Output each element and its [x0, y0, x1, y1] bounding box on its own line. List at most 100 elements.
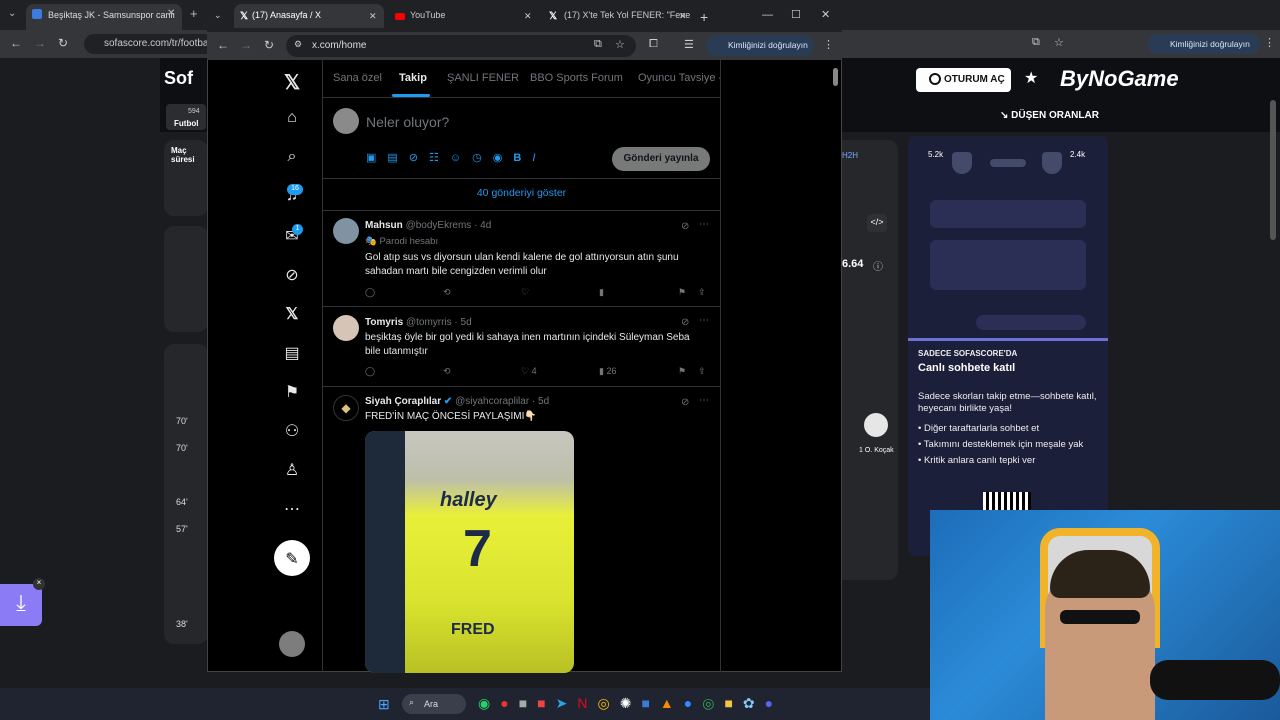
tab-bbo-sports[interactable]: BBO Sports Forum — [530, 72, 623, 84]
x-logo-icon[interactable]: 𝕏 — [281, 70, 303, 94]
windows-start-icon[interactable]: ⊞ — [378, 696, 390, 713]
like-icon[interactable]: ♡ 4 — [521, 366, 537, 377]
info-icon[interactable]: ⓘ — [873, 258, 883, 273]
tweet-author[interactable]: Tomyris — [365, 317, 403, 328]
chrome-icon[interactable]: ◎ — [597, 695, 619, 711]
grok-compose-icon[interactable]: ⊘ — [409, 152, 429, 164]
bookmark-tweet-icon[interactable]: ⚑ — [678, 366, 686, 377]
chrome-icon[interactable]: ◎ — [702, 695, 724, 711]
page-scrollbar[interactable] — [1270, 100, 1276, 240]
grok-icon[interactable]: ⊘ — [281, 265, 303, 287]
retweet-icon[interactable]: ⟲ — [443, 366, 451, 377]
tweet-handle[interactable]: @tomyrris · 5d — [406, 317, 472, 328]
netflix-icon[interactable]: N — [577, 695, 597, 711]
tweet-more-icon[interactable]: ⋯ — [699, 315, 709, 326]
window-close-icon[interactable]: ✕ — [821, 8, 830, 21]
home-icon[interactable]: ⌂ — [281, 109, 303, 131]
tab-close-icon[interactable]: ✕ — [679, 11, 687, 22]
tab-sanli-fener[interactable]: ŞANLI FENER — [447, 72, 519, 84]
communities-icon[interactable]: ⚇ — [281, 421, 303, 443]
tweet-author[interactable]: Siyah Çoraplılar — [365, 396, 441, 407]
app-icon[interactable]: ■ — [519, 695, 537, 711]
back-icon[interactable]: ← — [217, 38, 229, 52]
zoom-icon[interactable]: ● — [684, 695, 702, 711]
install-app-icon[interactable]: ⧉ — [594, 38, 602, 51]
close-icon[interactable]: × — [33, 578, 45, 590]
embed-code-icon[interactable]: </> — [867, 214, 887, 232]
bg-back-icon[interactable]: ← — [10, 36, 22, 50]
reload-icon[interactable]: ↻ — [264, 38, 274, 52]
grok-explain-icon[interactable]: ⊘ — [681, 221, 689, 232]
player-avatar[interactable] — [864, 413, 888, 437]
tab-search-icon[interactable]: ⌄ — [214, 10, 222, 21]
h2h-tab[interactable]: H2H — [842, 151, 858, 160]
x-scrollbar[interactable] — [833, 62, 839, 668]
app-icon[interactable]: ■ — [537, 695, 555, 711]
bg-new-tab-icon[interactable]: + — [190, 6, 198, 21]
tab-close-icon[interactable]: ✕ — [369, 11, 377, 22]
extensions-icon[interactable]: ⧠ — [649, 38, 658, 51]
tweet-avatar[interactable] — [333, 218, 359, 244]
minimize-icon[interactable]: — — [762, 9, 773, 21]
views-icon[interactable]: ▮ 26 — [599, 366, 616, 377]
show-new-posts-link[interactable]: 40 gönderiyi göster — [322, 187, 721, 199]
share-icon[interactable]: ⇪ — [698, 366, 706, 377]
profile-icon[interactable]: ♙ — [281, 460, 303, 482]
address-bar[interactable]: x.com/home — [286, 35, 636, 57]
search-icon[interactable]: ⌕ — [281, 148, 303, 170]
vlc-icon[interactable]: ▲ — [660, 695, 684, 711]
bg-bookmark-icon[interactable]: ☆ — [1054, 36, 1064, 49]
grok-explain-icon[interactable]: ⊘ — [681, 397, 689, 408]
whatsapp-icon[interactable]: ◉ — [478, 695, 500, 711]
bg-address-bar[interactable]: sofascore.com/tr/football — [84, 34, 214, 54]
app-icon[interactable]: ✿ — [743, 695, 765, 711]
tab-list-icon[interactable]: ⌄ — [8, 8, 16, 19]
gif-icon[interactable]: ▤ — [387, 152, 408, 164]
tweet-more-icon[interactable]: ⋯ — [699, 219, 709, 230]
like-icon[interactable]: ♡ — [521, 287, 529, 298]
poll-icon[interactable]: ☷ — [429, 152, 450, 164]
schedule-icon[interactable]: ◷ — [472, 152, 493, 164]
compose-post-icon[interactable]: ✎ — [274, 540, 310, 576]
reply-icon[interactable]: ◯ — [365, 287, 375, 298]
bookmark-tweet-icon[interactable]: ⚑ — [678, 287, 686, 298]
tab-x-home[interactable]: (17) Anasayfa / X — [234, 4, 384, 28]
premium-x-icon[interactable]: 𝕏 — [281, 304, 303, 326]
bg-menu-icon[interactable]: ⋮ — [1264, 36, 1275, 49]
media-icon[interactable]: ▣ — [366, 152, 387, 164]
bold-icon[interactable]: B — [513, 152, 532, 164]
bg-tab-close-icon[interactable]: ✕ — [167, 8, 175, 19]
chatgpt-icon[interactable]: ✺ — [620, 695, 642, 711]
app-icon[interactable]: ■ — [641, 695, 659, 711]
bg-reload-icon[interactable]: ↻ — [58, 36, 68, 50]
tweet-avatar[interactable]: ◆ — [333, 395, 359, 421]
tweet-handle[interactable]: @bodyEkrems · 4d — [406, 220, 492, 231]
share-icon[interactable]: ⇪ — [698, 287, 706, 298]
retweet-icon[interactable]: ⟲ — [443, 287, 451, 298]
italic-icon[interactable]: I — [532, 152, 546, 164]
more-icon[interactable]: ⋯ — [281, 499, 303, 521]
tweet-avatar[interactable] — [333, 315, 359, 341]
bg-forward-icon[interactable]: → — [34, 36, 46, 50]
tab-close-icon[interactable]: ✕ — [524, 11, 532, 22]
tab-youtube[interactable]: YouTube — [392, 4, 538, 28]
bookmarks-icon[interactable]: ⚑ — [281, 382, 303, 404]
bg-install-icon[interactable]: ⧉ — [1032, 36, 1040, 49]
maximize-icon[interactable]: ☐ — [791, 8, 801, 21]
telegram-icon[interactable]: ➤ — [556, 695, 578, 711]
post-button[interactable]: Gönderi yayınla — [612, 147, 710, 171]
discord-icon[interactable]: ● — [765, 695, 783, 711]
tab-following[interactable]: Takip — [399, 72, 427, 84]
tab-for-you[interactable]: Sana özel — [333, 72, 382, 84]
tweet-more-icon[interactable]: ⋯ — [699, 395, 709, 406]
tweet-handle[interactable]: @siyahcoraplilar · 5d — [455, 396, 549, 407]
emoji-icon[interactable]: ☺ — [450, 152, 472, 164]
lists-icon[interactable]: ▤ — [281, 343, 303, 365]
location-icon[interactable]: ◉ — [493, 152, 514, 164]
new-tab-icon[interactable]: + — [700, 9, 708, 25]
football-tab[interactable]: 594 Futbol — [166, 104, 206, 130]
favorite-star-icon[interactable]: ★ — [1024, 68, 1038, 88]
bynogame-logo[interactable]: ByNoGame — [1060, 66, 1179, 92]
account-avatar[interactable] — [279, 631, 305, 657]
tab-x-fener[interactable]: (17) X'te Tek Yol FENER: "Fene — [546, 4, 692, 28]
